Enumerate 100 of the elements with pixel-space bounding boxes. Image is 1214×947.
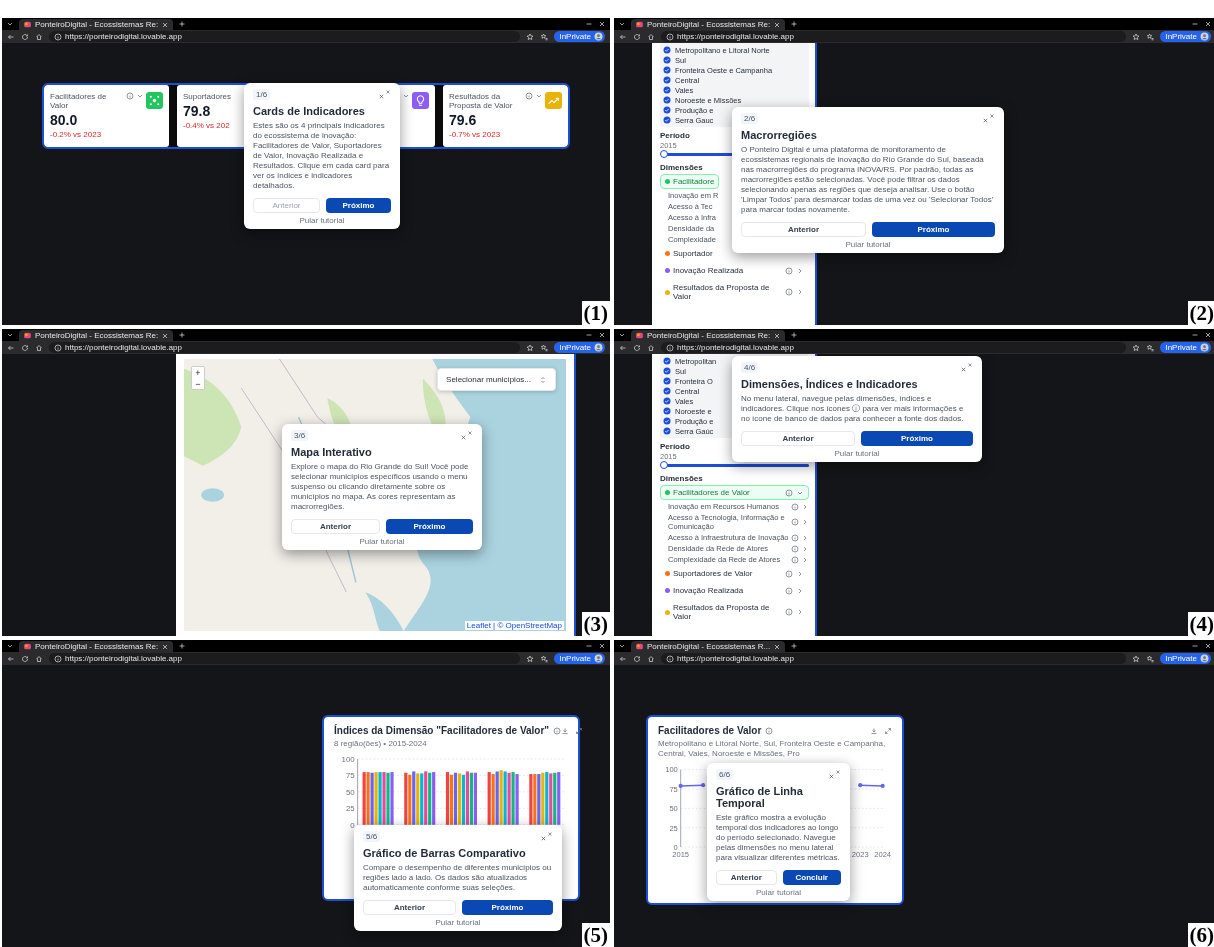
skip-tutorial-link[interactable]: Pular tutorial [756, 888, 801, 897]
skip-tutorial-link[interactable]: Pular tutorial [435, 918, 481, 927]
new-tab-icon[interactable] [790, 20, 799, 28]
chevron-right-icon[interactable] [796, 288, 804, 296]
info-icon[interactable] [785, 586, 793, 595]
new-tab-icon[interactable] [178, 20, 187, 28]
previous-button[interactable]: Anterior [741, 222, 866, 237]
next-button[interactable]: Próximo [462, 900, 553, 915]
checkbox[interactable] [663, 86, 671, 94]
tab-list-icon[interactable] [6, 20, 14, 28]
skip-tutorial-link[interactable]: Pular tutorial [834, 449, 880, 458]
close-icon[interactable] [460, 434, 467, 441]
browser-tab[interactable]: PonteiroDigital - Ecossistemas Re: [19, 641, 174, 652]
close-icon[interactable] [828, 773, 835, 780]
indicator-card[interactable]: Facilitadores de Valor 80.0 -0.2% vs 2023 [44, 85, 169, 147]
checkbox[interactable] [663, 116, 671, 124]
new-tab-icon[interactable] [178, 331, 187, 339]
info-icon[interactable] [791, 518, 799, 526]
next-button[interactable]: Próximo [872, 222, 995, 237]
minimize-icon[interactable] [585, 20, 593, 28]
indicator-card[interactable]: Resultados da Proposta de Valor 79.6 -0.7% vs 2023 [443, 85, 568, 147]
reload-icon[interactable] [21, 654, 29, 663]
profile-button[interactable]: InPrivate [1160, 653, 1211, 664]
info-icon[interactable] [791, 533, 799, 542]
chevron-right-icon[interactable] [796, 608, 804, 616]
tab-list-icon[interactable] [618, 331, 626, 339]
info-icon[interactable] [525, 92, 533, 100]
checkbox[interactable] [663, 417, 671, 425]
checkbox[interactable] [663, 106, 671, 114]
close-icon[interactable] [982, 117, 989, 124]
next-button[interactable]: Próximo [861, 431, 973, 446]
close-icon[interactable] [161, 642, 170, 651]
tab-list-icon[interactable] [618, 20, 626, 28]
dimension-item[interactable]: Inovação Realizada [660, 583, 809, 598]
star-icon[interactable] [526, 343, 535, 352]
home-icon[interactable] [647, 32, 655, 41]
download-icon[interactable] [561, 726, 570, 735]
info-icon[interactable] [126, 92, 134, 100]
minimize-icon[interactable] [1191, 642, 1199, 650]
profile-button[interactable]: InPrivate [1160, 31, 1211, 42]
back-icon[interactable] [7, 654, 15, 663]
skip-tutorial-link[interactable]: Pular tutorial [845, 240, 891, 249]
reload-icon[interactable] [633, 32, 641, 41]
close-icon[interactable] [773, 20, 782, 29]
browser-tab[interactable]: PonteiroDigital - Ecossistemas Re: [19, 19, 174, 30]
dimension-item[interactable]: Inovação Realizada [660, 263, 809, 278]
info-icon[interactable] [785, 288, 793, 296]
info-icon[interactable] [791, 502, 799, 511]
star-icon[interactable] [1132, 343, 1141, 352]
skip-tutorial-link[interactable]: Pular tutorial [299, 216, 345, 225]
minimize-icon[interactable] [1191, 331, 1199, 339]
info-icon[interactable] [553, 726, 562, 735]
expand-icon[interactable] [575, 726, 584, 735]
star-icon[interactable] [1132, 32, 1141, 41]
close-icon[interactable] [540, 835, 547, 842]
favorites-icon[interactable] [540, 32, 549, 41]
skip-tutorial-link[interactable]: Pular tutorial [359, 537, 405, 546]
minimize-icon[interactable] [1191, 20, 1199, 28]
reload-icon[interactable] [21, 343, 29, 352]
previous-button[interactable]: Anterior [716, 870, 777, 885]
minimize-icon[interactable] [585, 331, 593, 339]
back-icon[interactable] [7, 343, 15, 352]
checkbox[interactable] [663, 367, 671, 375]
browser-tab[interactable]: PonteiroDigital - Ecossistemas Re: [19, 330, 174, 341]
checkbox[interactable] [663, 407, 671, 415]
browser-tab[interactable]: PonteiroDigital - Ecossistemas Re: [631, 330, 786, 341]
info-icon[interactable] [765, 726, 774, 735]
chevron-down-icon[interactable] [402, 92, 410, 100]
dimension-item[interactable]: Suportadores de Valor [660, 566, 809, 581]
info-icon[interactable] [785, 608, 793, 616]
checkbox[interactable] [663, 66, 671, 74]
checkbox[interactable] [663, 427, 671, 435]
checkbox[interactable] [663, 387, 671, 395]
checkbox[interactable] [663, 96, 671, 104]
home-icon[interactable] [647, 654, 655, 663]
home-icon[interactable] [35, 32, 43, 41]
finish-button[interactable]: Concluir [782, 870, 841, 885]
address-field[interactable]: https://ponteirodigital.lovable.app [49, 31, 521, 42]
favorites-icon[interactable] [1146, 32, 1155, 41]
home-icon[interactable] [35, 343, 43, 352]
tab-list-icon[interactable] [6, 331, 14, 339]
chevron-down-icon[interactable] [535, 92, 543, 100]
home-icon[interactable] [35, 654, 43, 663]
checkbox[interactable] [663, 357, 671, 365]
back-icon[interactable] [619, 343, 627, 352]
dimension-item[interactable]: Resultados da Proposta de Valor [660, 280, 809, 304]
next-button[interactable]: Próximo [386, 519, 473, 534]
checkbox[interactable] [663, 56, 671, 64]
previous-button[interactable]: Anterior [291, 519, 380, 534]
close-icon[interactable] [378, 93, 385, 100]
favorites-icon[interactable] [1146, 343, 1155, 352]
previous-button[interactable]: Anterior [363, 900, 456, 915]
chevron-down-icon[interactable] [136, 92, 144, 100]
minimize-icon[interactable] [585, 642, 593, 650]
dimension-item[interactable]: Suportador [660, 246, 718, 261]
star-icon[interactable] [526, 654, 535, 663]
profile-button[interactable]: InPrivate [554, 342, 605, 353]
close-icon[interactable] [161, 20, 170, 29]
dimension-item[interactable]: Resultados da Proposta de Valor [660, 600, 809, 624]
profile-button[interactable]: InPrivate [1160, 342, 1211, 353]
